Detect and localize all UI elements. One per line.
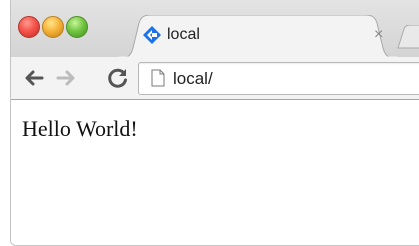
tab-title: local <box>167 26 200 43</box>
tab-close-icon[interactable]: × <box>374 24 383 46</box>
minimize-window-button[interactable] <box>42 16 64 38</box>
diamond-arrows-icon <box>143 26 161 44</box>
address-bar[interactable]: local/ <box>138 62 419 95</box>
page-body-text: Hello World! <box>22 116 138 141</box>
back-arrow-icon[interactable] <box>22 66 46 90</box>
maximize-window-button[interactable] <box>66 16 88 38</box>
tab-strip: local × <box>11 0 419 58</box>
close-window-button[interactable] <box>18 16 40 38</box>
new-tab-button[interactable] <box>396 25 419 49</box>
toolbar: local/ <box>11 57 419 100</box>
forward-arrow-icon[interactable] <box>54 66 78 90</box>
tab-local[interactable]: local × <box>119 15 397 58</box>
reload-icon[interactable] <box>106 66 130 90</box>
browser-window: local × local/ Hello World! <box>10 0 419 246</box>
page-icon <box>151 69 165 87</box>
url-text[interactable]: local/ <box>173 68 213 89</box>
page-content: Hello World! <box>11 100 419 245</box>
